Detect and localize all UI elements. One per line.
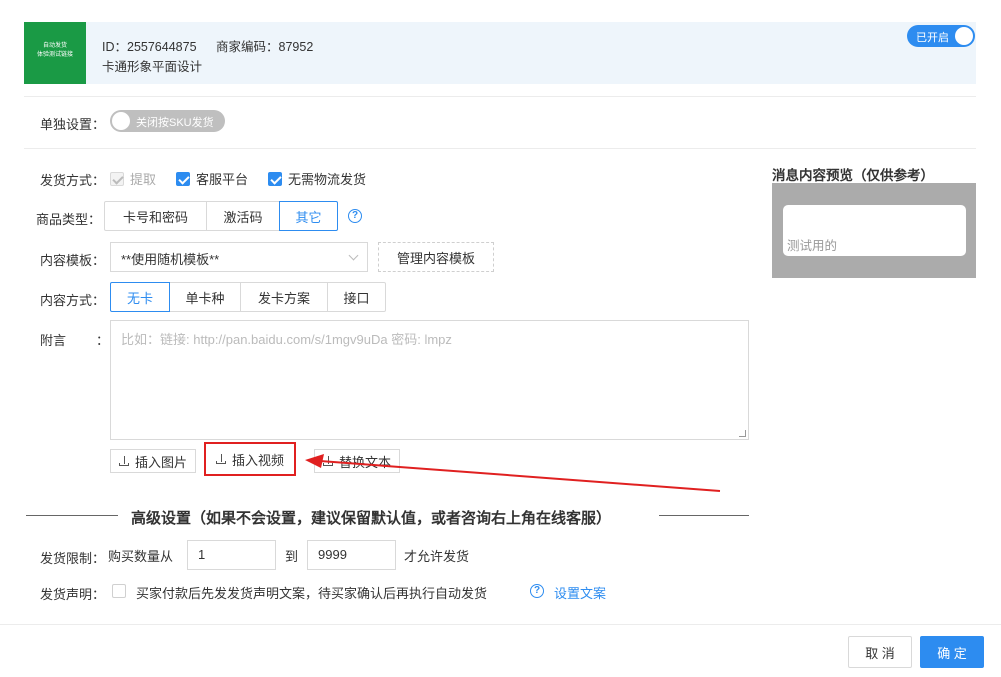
checkbox[interactable] xyxy=(268,171,283,186)
divider xyxy=(24,96,976,97)
enabled-toggle-label: 已开启 xyxy=(916,32,949,44)
footer-divider xyxy=(0,624,1001,625)
limit-from-input[interactable]: 1 xyxy=(187,540,276,570)
delivery-option-extract[interactable]: 提取 xyxy=(110,169,156,188)
divider xyxy=(659,515,749,516)
product-name: 卡通形象平面设计 xyxy=(102,60,203,74)
insert-video-button[interactable]: 插入视频 xyxy=(204,442,297,476)
product-type-activation-code[interactable]: 激活码 xyxy=(206,201,280,231)
note-textarea[interactable]: 比如：链接: http://pan.baidu.com/s/1mgv9uDa 密… xyxy=(110,320,749,440)
thumb-line-2: 体验测试链接 xyxy=(36,52,73,58)
content-method-label: 内容方式： xyxy=(40,293,106,308)
advanced-title: 高级设置（如果不会设置，建议保留默认值，或者咨询右上角在线客服） xyxy=(131,510,612,527)
content-method-no-card[interactable]: 无卡 xyxy=(110,282,170,312)
content-template-select[interactable]: **使用随机模板** xyxy=(110,242,368,272)
content-method-single-card[interactable]: 单卡种 xyxy=(169,282,241,312)
preview-message: 测试用的 xyxy=(783,205,966,256)
sku-delivery-toggle[interactable]: 关闭按SKU发货 xyxy=(110,110,225,132)
limit-to-label: 到 xyxy=(285,549,299,564)
note-colon: ： xyxy=(96,333,110,348)
confirm-button[interactable]: 确 定 xyxy=(920,636,984,668)
manage-template-button[interactable]: 管理内容模板 xyxy=(378,242,494,272)
product-type-other[interactable]: 其它 xyxy=(279,201,338,231)
sku-toggle-label: 关闭按SKU发货 xyxy=(136,117,214,129)
resize-handle-icon[interactable] xyxy=(739,430,746,437)
statement-label: 发货声明： xyxy=(40,587,106,602)
insert-image-button[interactable]: 插入图片 xyxy=(110,449,197,473)
content-template-label: 内容模板： xyxy=(40,253,106,268)
enabled-toggle[interactable]: 已开启 xyxy=(907,25,975,47)
divider xyxy=(24,148,976,149)
button-label: 插入视频 xyxy=(232,452,285,468)
limit-to-input[interactable]: 9999 xyxy=(307,540,396,570)
content-method-interface[interactable]: 接口 xyxy=(327,282,386,312)
product-type-card-password[interactable]: 卡号和密码 xyxy=(104,201,207,231)
content-method-group: 无卡 单卡种 发卡方案 接口 xyxy=(110,282,386,312)
limit-prefix: 购买数量从 xyxy=(108,549,174,564)
set-copy-link[interactable]: 设置文案 xyxy=(554,583,606,602)
option-label: 无需物流发货 xyxy=(288,172,367,187)
button-label: 插入图片 xyxy=(135,454,188,470)
delivery-option-service-platform[interactable]: 客服平台 xyxy=(176,169,248,188)
select-value: **使用随机模板** xyxy=(121,252,220,267)
help-icon[interactable]: ? xyxy=(530,584,544,598)
statement-text: 买家付款后先发发货声明文案，待买家确认后再执行自动发货 xyxy=(136,586,488,601)
product-thumbnail: 自动发货 体验测试链接 xyxy=(24,22,86,84)
chevron-down-icon xyxy=(348,250,359,261)
product-meta: ID：2557644875 商家编码：87952 xyxy=(102,36,329,55)
delivery-method-label: 发货方式： xyxy=(40,173,106,188)
product-type-label: 商品类型： xyxy=(36,212,102,227)
note-placeholder: 比如：链接: http://pan.baidu.com/s/1mgv9uDa 密… xyxy=(121,332,452,347)
preview-title: 消息内容预览（仅供参考） xyxy=(772,168,934,183)
divider xyxy=(26,515,118,516)
help-icon[interactable]: ? xyxy=(348,209,362,223)
toggle-knob xyxy=(112,112,130,130)
preview-message-text: 测试用的 xyxy=(787,239,838,253)
delivery-option-no-logistics[interactable]: 无需物流发货 xyxy=(268,169,366,188)
note-label: 附言 xyxy=(40,333,67,348)
statement-checkbox[interactable] xyxy=(112,584,126,598)
checkbox[interactable] xyxy=(176,171,191,186)
thumb-line-1: 自动发货 xyxy=(42,43,67,49)
content-method-card-plan[interactable]: 发卡方案 xyxy=(240,282,328,312)
annotation-arrow xyxy=(305,454,721,492)
upload-icon xyxy=(216,454,226,464)
limit-suffix: 才允许发货 xyxy=(404,549,470,564)
option-label: 提取 xyxy=(130,172,157,187)
delivery-method-options: 提取 客服平台 无需物流发货 xyxy=(110,169,366,188)
toggle-knob xyxy=(955,27,973,45)
product-type-group: 卡号和密码 激活码 其它 xyxy=(104,201,338,231)
merchant-code: 商家编码：87952 xyxy=(216,40,314,54)
option-label: 客服平台 xyxy=(196,172,249,187)
upload-icon xyxy=(119,456,129,466)
checkbox[interactable] xyxy=(110,171,124,186)
product-id: ID：2557644875 xyxy=(102,40,197,54)
single-setting-label: 单独设置： xyxy=(40,117,106,132)
limit-label: 发货限制： xyxy=(40,551,106,566)
cancel-button[interactable]: 取 消 xyxy=(848,636,912,668)
